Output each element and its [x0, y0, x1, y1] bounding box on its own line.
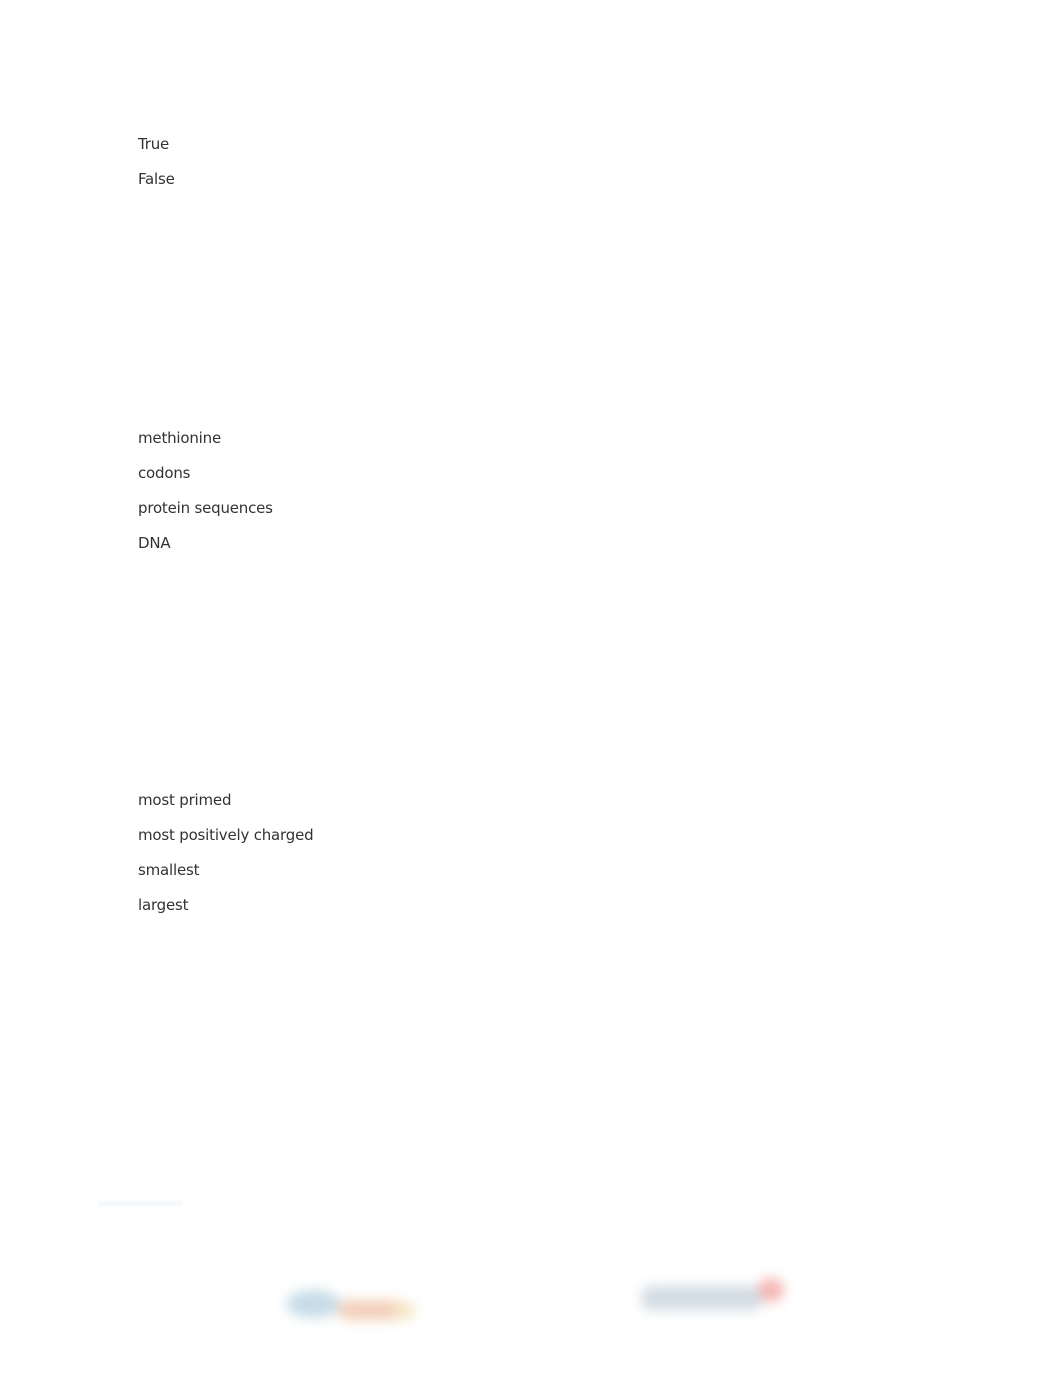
answer-options-question-1: True False: [138, 127, 175, 197]
answer-option[interactable]: methionine: [138, 421, 273, 456]
footer-logo-right: [636, 1272, 791, 1322]
answer-option[interactable]: most positively charged: [138, 818, 314, 853]
footer-logo-left: [278, 1272, 423, 1332]
logo-wordmark: [642, 1286, 762, 1310]
answer-option[interactable]: largest: [138, 888, 313, 923]
answer-options-question-2: methionine codons protein sequences DNA: [138, 421, 273, 561]
answer-options-question-3: most primed most positively charged smal…: [138, 783, 314, 923]
logo-shape-yellow: [393, 1302, 415, 1320]
answer-option[interactable]: True: [138, 127, 175, 162]
logo-shape-blue: [286, 1290, 341, 1318]
answer-option[interactable]: False: [138, 162, 175, 197]
answer-option[interactable]: codons: [138, 456, 273, 491]
answer-option[interactable]: most primed: [138, 783, 313, 818]
answer-option[interactable]: protein sequences: [138, 491, 273, 526]
answer-option[interactable]: smallest: [138, 853, 313, 888]
logo-badge-icon: [758, 1278, 784, 1302]
footer-divider: [98, 1202, 183, 1205]
answer-option[interactable]: DNA: [138, 526, 273, 561]
